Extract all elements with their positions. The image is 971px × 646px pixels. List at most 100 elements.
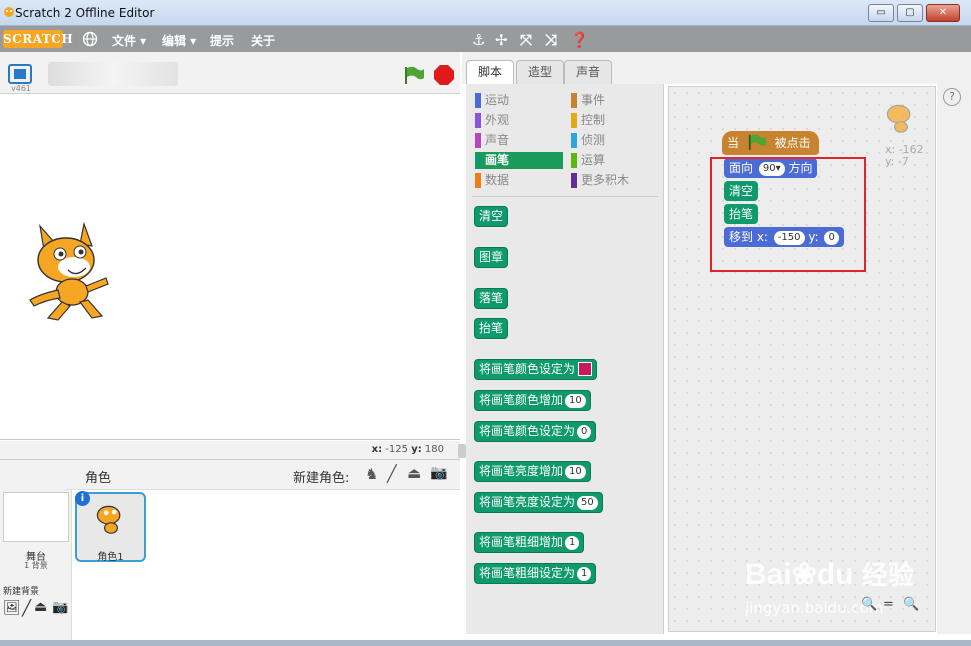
category-color-bar: [475, 133, 481, 148]
pen-block-input[interactable]: 10: [565, 465, 586, 479]
upload-sprite-icon[interactable]: ⏏: [407, 464, 421, 482]
highlight-box: [710, 157, 866, 272]
paint-sprite-icon[interactable]: ╱: [387, 464, 397, 483]
tab-scripts[interactable]: 脚本: [466, 60, 514, 85]
pen-block-label: 将画笔粗细设定为: [479, 566, 576, 580]
category-6[interactable]: 控制: [571, 112, 655, 129]
stamp-icon[interactable]: ⚓: [472, 31, 485, 49]
pen-block-3[interactable]: 抬笔: [474, 318, 509, 339]
category-color-bar: [571, 93, 577, 108]
info-icon[interactable]: i: [75, 491, 90, 506]
category-4[interactable]: 数据: [475, 172, 563, 189]
zoom-out-icon[interactable]: 🔍: [861, 597, 877, 612]
sprite-header: 角色 新建角色: ♞ ╱ ⏏ 📷: [65, 460, 460, 490]
pen-block-label: 将画笔亮度增加: [479, 464, 564, 478]
zoom-reset-icon[interactable]: =: [883, 597, 894, 612]
pen-block-input[interactable]: 1: [565, 536, 580, 550]
category-1[interactable]: 外观: [475, 112, 563, 129]
pen-block-1[interactable]: 图章: [474, 247, 509, 268]
pen-block-input[interactable]: 10: [565, 394, 586, 408]
category-label: 数据: [485, 173, 510, 187]
pen-block-0[interactable]: 清空: [474, 206, 509, 227]
pen-block-6[interactable]: 将画笔颜色设定为 0: [474, 421, 597, 442]
category-8[interactable]: 运算: [571, 152, 655, 169]
category-color-bar: [475, 153, 481, 168]
watermark-brand: Bai: [745, 558, 792, 591]
scratch-logo[interactable]: SCRATCH: [3, 30, 73, 48]
pen-block-2[interactable]: 落笔: [474, 288, 509, 309]
cat-thumbnail-icon: [96, 505, 121, 534]
shrink-icon[interactable]: ⤨: [545, 31, 557, 49]
mouse-coords: x: -125 y: 180: [0, 441, 460, 459]
collapse-handle[interactable]: [458, 444, 466, 458]
cut-icon[interactable]: ✢: [495, 31, 508, 49]
new-backdrop-label: 新建背景: [3, 587, 40, 597]
cat-sprite[interactable]: [22, 220, 122, 324]
project-title-input[interactable]: [48, 62, 178, 86]
category-label: 控制: [581, 113, 606, 127]
fullscreen-icon[interactable]: [8, 64, 32, 84]
pen-block-7[interactable]: 将画笔亮度增加 10: [474, 461, 591, 482]
pen-block-5[interactable]: 将画笔颜色增加 10: [474, 390, 591, 411]
pen-block-label: 抬笔: [479, 321, 504, 335]
pen-block-8[interactable]: 将画笔亮度设定为 50: [474, 492, 603, 513]
category-5[interactable]: 事件: [571, 92, 655, 109]
category-label: 声音: [485, 133, 510, 147]
help-icon[interactable]: ❓: [570, 31, 589, 49]
menu-edit[interactable]: 编辑 ▾: [162, 32, 196, 49]
block-palette: 运动 外观 声音 画笔 数据 事件 控制 侦测 运算 更多积木 清空 图章 落笔 抬笔 将画笔颜色设定为将…: [466, 84, 664, 634]
globe-icon[interactable]: [82, 31, 98, 47]
category-0[interactable]: 运动: [475, 92, 563, 109]
right-strip: ?: [937, 84, 971, 634]
script-area[interactable]: x: -162 y: -7 当 被点击 面向 90▾ 方向 清空 抬笔 移到 x…: [668, 86, 936, 632]
category-label: 画笔: [485, 153, 510, 167]
watermark-logo: Bai❀du 经验: [745, 555, 914, 592]
pen-block-input[interactable]: 0: [577, 425, 592, 439]
pen-block-label: 将画笔粗细增加: [479, 535, 564, 549]
category-color-bar: [475, 173, 481, 188]
stage-canvas[interactable]: [0, 94, 460, 440]
pen-block-10[interactable]: 将画笔粗细设定为 1: [474, 563, 597, 584]
help-icon[interactable]: ?: [943, 88, 961, 106]
zoom-in-icon[interactable]: 🔍: [903, 597, 919, 612]
category-2[interactable]: 声音: [475, 132, 563, 149]
pen-block-label: 图章: [479, 250, 504, 264]
minimize-button[interactable]: ▭: [868, 4, 894, 22]
tab-sounds[interactable]: 声音: [564, 60, 612, 84]
pen-block-9[interactable]: 将画笔粗细增加 1: [474, 532, 585, 553]
menu-tips[interactable]: 提示: [210, 32, 234, 49]
category-label: 运动: [485, 93, 510, 107]
sprite-pane: 舞台 1 背景 新建背景 🖼 ╱ ⏏ 📷 角色 新建角色: ♞ ╱ ⏏ 📷 i …: [0, 459, 460, 646]
pen-block-input[interactable]: 1: [577, 567, 592, 581]
sprite-thumbnail[interactable]: i 角色1: [75, 491, 146, 563]
when-flag-clicked-block[interactable]: 当 被点击: [722, 131, 819, 155]
backdrop-count: 1 背景: [24, 561, 48, 570]
menu-file[interactable]: 文件 ▾: [112, 32, 146, 49]
watermark-site: 经验: [861, 560, 914, 590]
camera-sprite-icon[interactable]: 📷: [430, 465, 447, 481]
category-7[interactable]: 侦测: [571, 132, 655, 149]
maximize-button[interactable]: ▢: [897, 4, 923, 22]
category-label: 事件: [581, 93, 606, 107]
category-9[interactable]: 更多积木: [571, 172, 655, 189]
choose-sprite-icon[interactable]: ♞: [365, 465, 378, 483]
pen-block-4[interactable]: 将画笔颜色设定为: [474, 359, 598, 380]
paw-icon: ❀: [791, 558, 817, 591]
category-color-bar: [571, 153, 577, 168]
color-swatch[interactable]: [578, 362, 593, 376]
draw-backdrop-icon[interactable]: ╱: [22, 599, 31, 617]
tab-costumes[interactable]: 造型: [516, 60, 564, 84]
stage-column: 舞台 1 背景 新建背景 🖼 ╱ ⏏ 📷: [0, 460, 72, 646]
close-button[interactable]: ✕: [926, 4, 960, 22]
grow-icon[interactable]: ⤧: [520, 31, 532, 49]
category-color-bar: [475, 93, 481, 108]
stage-thumbnail[interactable]: [3, 492, 69, 542]
menu-about[interactable]: 关于: [251, 32, 275, 49]
stop-icon[interactable]: [433, 64, 455, 86]
pen-block-input[interactable]: 50: [577, 496, 598, 510]
paint-backdrop-icon[interactable]: 🖼: [3, 600, 21, 616]
upload-backdrop-icon[interactable]: ⏏: [34, 599, 47, 615]
green-flag-icon[interactable]: [403, 65, 425, 85]
camera-backdrop-icon[interactable]: 📷: [52, 600, 68, 615]
category-3[interactable]: 画笔: [475, 152, 563, 169]
